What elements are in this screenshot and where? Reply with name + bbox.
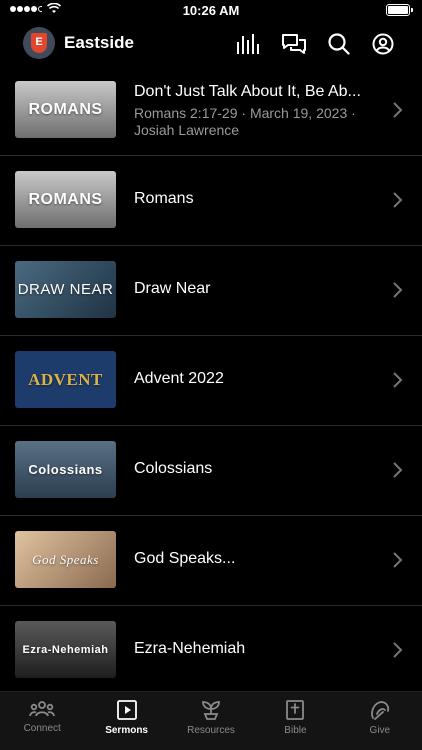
sermon-title: Don't Just Talk About It, Be Ab... [134,83,361,100]
sermon-title: Ezra-Nehemiah [134,640,246,657]
sermon-row[interactable]: God Speaks God Speaks... [0,516,422,606]
sermon-row[interactable]: ROMANS Romans [0,156,422,246]
status-time: 10:26 AM [182,3,240,18]
account-icon[interactable] [371,32,395,56]
chevron-right-icon [393,102,403,118]
sermon-title: Advent 2022 [134,370,224,387]
give-icon [370,701,389,720]
sermon-row[interactable]: ROMANS Don't Just Talk About It, Be Ab..… [0,66,422,156]
chevron-right-icon [393,192,403,208]
app-header: E Eastside [0,22,422,66]
sermon-thumbnail: ADVENT [15,351,116,408]
tab-bar: Connect Sermons Resources Bible Give [0,691,422,750]
chevron-right-icon [393,372,403,388]
sermon-thumbnail: Ezra-Nehemiah [15,621,116,678]
sermon-speaker: Josiah Lawrence [134,122,240,138]
tab-resources[interactable]: Resources [169,692,253,750]
chevron-right-icon [393,642,403,658]
chat-icon[interactable] [282,32,306,56]
sermon-title: God Speaks... [134,550,236,567]
tab-sermons[interactable]: Sermons [84,692,168,750]
sermon-row[interactable]: Colossians Colossians [0,426,422,516]
status-bar: 10:26 AM [0,0,422,22]
sermon-row[interactable]: Ezra-Nehemiah Ezra-Nehemiah [0,606,422,696]
logo-letter: E [31,33,47,53]
sermon-title: Draw Near [134,280,211,297]
chevron-right-icon [393,282,403,298]
sermon-row[interactable]: DRAW NEAR Draw Near [0,246,422,336]
bible-icon [286,700,305,720]
app-title: Eastside [64,33,134,52]
people-icon [29,701,56,717]
sermon-thumbnail: ROMANS [15,171,116,228]
tab-bible[interactable]: Bible [253,692,337,750]
sermon-thumbnail: Colossians [15,441,116,498]
tab-connect[interactable]: Connect [0,692,84,750]
sermon-title: Colossians [134,460,213,477]
sermon-title: Romans [134,190,194,207]
play-icon [116,700,137,720]
search-icon[interactable] [327,32,351,56]
sermon-thumbnail: God Speaks [15,531,116,588]
sermon-thumbnail: ROMANS [15,81,116,138]
chevron-right-icon [393,462,403,478]
sermon-list: ROMANS Don't Just Talk About It, Be Ab..… [0,66,422,696]
church-logo[interactable]: E [23,27,55,59]
sermon-meta: Romans 2:17-29 · March 19, 2023 · [134,105,356,121]
tab-give[interactable]: Give [338,692,422,750]
audio-bars-icon[interactable] [236,32,260,56]
sprout-icon [202,701,220,720]
battery-icon [386,4,413,16]
sermon-thumbnail: DRAW NEAR [15,261,116,318]
chevron-right-icon [393,552,403,568]
sermon-row[interactable]: ADVENT Advent 2022 [0,336,422,426]
